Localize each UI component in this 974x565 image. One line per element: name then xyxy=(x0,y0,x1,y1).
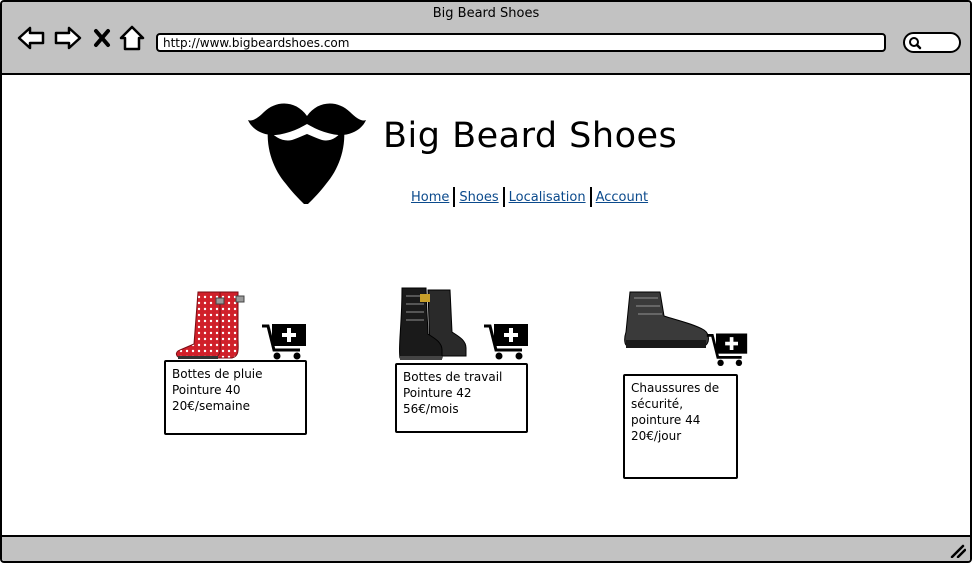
rain-boots-image[interactable] xyxy=(172,288,248,364)
address-bar[interactable]: http://www.bigbeardshoes.com xyxy=(156,33,886,52)
work-boots-image[interactable] xyxy=(396,286,470,366)
product-price: 20€/semaine xyxy=(172,399,250,413)
main-nav: Home Shoes Localisation Account xyxy=(407,186,652,208)
browser-window: Big Beard Shoes http://www.bigbeardshoes… xyxy=(0,0,972,563)
nav-home-link[interactable]: Home xyxy=(407,190,453,205)
nav-localisation-link[interactable]: Localisation xyxy=(505,190,590,205)
product-card[interactable]: Bottes de pluie Pointure 40 20€/semaine xyxy=(164,360,307,435)
status-bar xyxy=(2,535,970,561)
resize-grip-icon[interactable] xyxy=(950,544,966,558)
nav-shoes-link[interactable]: Shoes xyxy=(455,190,502,205)
search-icon xyxy=(909,37,922,50)
forward-arrow-icon[interactable] xyxy=(53,23,83,53)
product-name: Bottes de travail xyxy=(403,370,503,384)
close-icon[interactable] xyxy=(90,23,120,53)
product-price: 20€/jour xyxy=(631,429,682,443)
search-field[interactable] xyxy=(903,32,961,53)
add-to-cart-icon[interactable] xyxy=(482,322,530,366)
site-title: Big Beard Shoes xyxy=(383,116,678,156)
safety-shoe-image[interactable] xyxy=(620,288,712,356)
product-name: Bottes de pluie xyxy=(172,367,263,381)
home-icon[interactable] xyxy=(118,23,148,53)
product-card[interactable]: Bottes de travail Pointure 42 56€/mois xyxy=(395,363,528,433)
product-name: Chaussures de sécurité, xyxy=(631,381,720,411)
back-arrow-icon[interactable] xyxy=(16,23,46,53)
product-size: Pointure 42 xyxy=(403,386,472,400)
product-price: 56€/mois xyxy=(403,402,459,416)
product-card[interactable]: Chaussures de sécurité, pointure 44 20€/… xyxy=(623,374,738,479)
nav-account-link[interactable]: Account xyxy=(592,190,653,205)
browser-toolbar: Big Beard Shoes http://www.bigbeardshoes… xyxy=(2,2,970,75)
product-size: Pointure 40 xyxy=(172,383,241,397)
add-to-cart-icon[interactable] xyxy=(705,330,749,374)
beard-mustache-logo[interactable] xyxy=(246,98,368,212)
product-size: pointure 44 xyxy=(631,413,701,427)
window-title: Big Beard Shoes xyxy=(432,6,540,21)
